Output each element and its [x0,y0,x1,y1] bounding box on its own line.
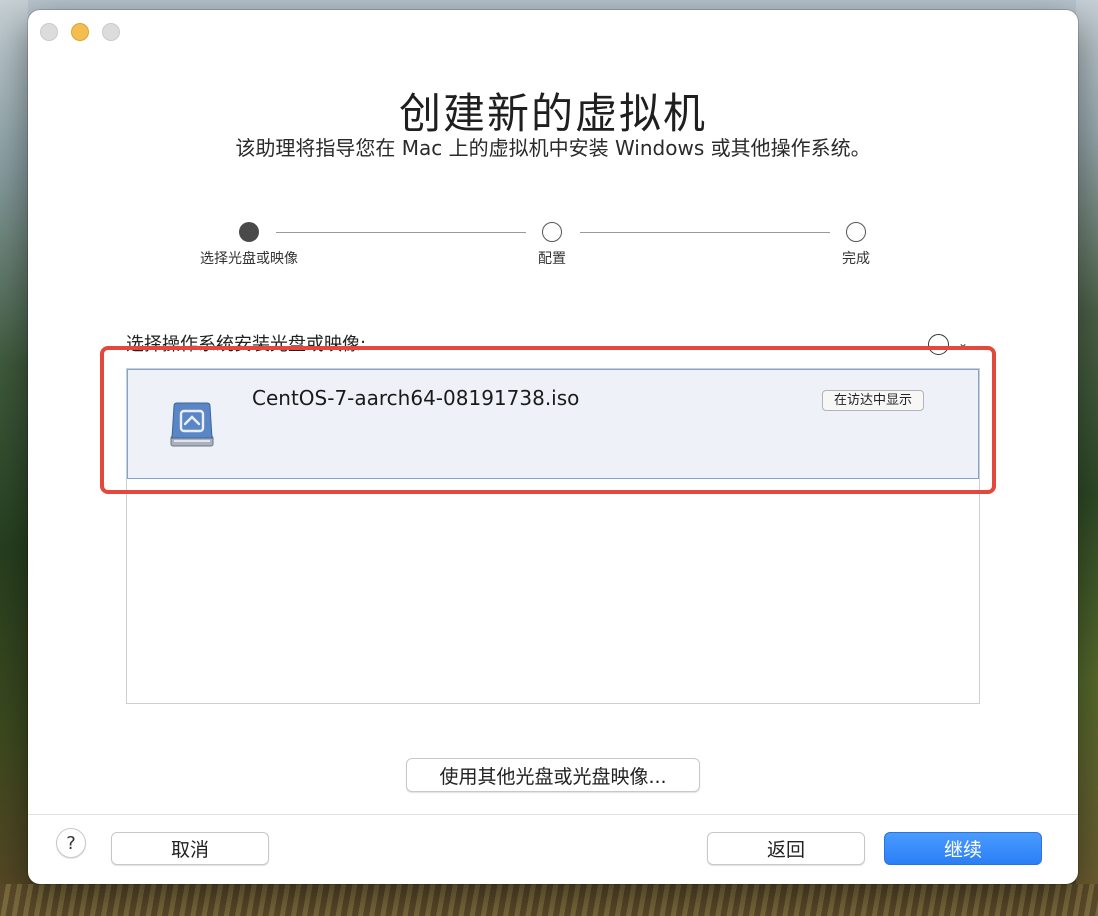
continue-button[interactable]: 继续 [884,832,1042,865]
new-vm-assistant-window: 创建新的虚拟机 该助理将指导您在 Mac 上的虚拟机中安装 Windows 或其… [28,10,1078,884]
desktop-wallpaper-bottom [0,884,1098,916]
minimize-window-button[interactable] [71,23,89,41]
page-subtitle: 该助理将指导您在 Mac 上的虚拟机中安装 Windows 或其他操作系统。 [235,136,871,160]
help-button[interactable]: ? [56,828,86,858]
step-connector [580,232,830,233]
zoom-window-button[interactable] [102,23,120,41]
reveal-in-finder-button[interactable]: 在访达中显示 [822,390,925,411]
step-1-label: 选择光盘或映像 [200,251,298,267]
window-controls [40,23,120,41]
step-1-dot [239,222,259,242]
footer-divider [28,814,1078,815]
list-item[interactable]: CentOS-7-aarch64-08191738.iso 在访达中显示 [127,369,979,479]
step-connector [276,232,526,233]
step-3-dot [846,222,866,242]
cancel-button[interactable]: 取消 [111,832,269,865]
desktop-wallpaper-left [0,0,28,916]
close-window-button[interactable] [40,23,58,41]
step-3-label: 完成 [842,251,870,267]
refresh-icon[interactable] [928,334,949,355]
desktop-wallpaper-right [1076,0,1098,916]
disk-image-icon [170,402,214,447]
back-button[interactable]: 返回 [707,832,865,865]
step-2-dot [542,222,562,242]
iso-file-name: CentOS-7-aarch64-08191738.iso [252,386,580,410]
install-media-list[interactable]: CentOS-7-aarch64-08191738.iso 在访达中显示 [126,368,980,704]
use-other-disc-button[interactable]: 使用其他光盘或光盘映像... [406,758,700,792]
install-media-label: 选择操作系统安装光盘或映像: [126,334,367,355]
chevron-down-icon[interactable]: ⌄ [958,336,968,350]
step-2-label: 配置 [538,251,566,267]
